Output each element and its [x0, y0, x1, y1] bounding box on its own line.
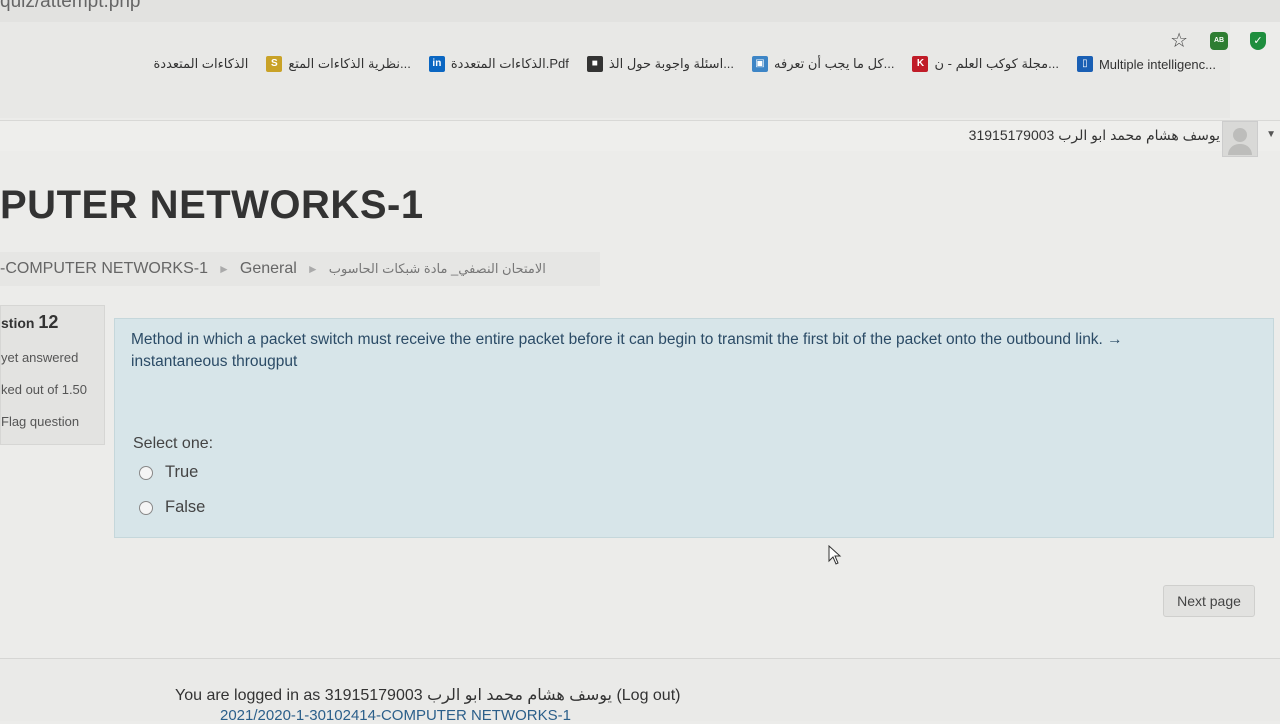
- breadcrumb-general[interactable]: General: [240, 260, 297, 278]
- breadcrumb-separator-icon: ►: [218, 262, 230, 276]
- address-bar[interactable]: quiz/attempt.php: [0, 0, 1280, 22]
- bookmark-item[interactable]: ■ اسئلة واجوبة حول الذ...: [586, 56, 735, 72]
- bookmark-label: اسئلة واجوبة حول الذ...: [608, 56, 735, 71]
- dark-site-icon: ■: [586, 56, 603, 72]
- question-number: stion 12: [1, 312, 59, 332]
- bookmark-item[interactable]: K مجلة كوكب العلم - ن...: [912, 56, 1059, 72]
- login-info: You are logged in as 31915179003 يوسف هش…: [175, 687, 681, 704]
- bookmark-item[interactable]: الذكاءات المتعددة: [153, 56, 248, 72]
- user-menu-bar: يوسف هشام محمد ابو الرب 31915179003 ▼: [0, 120, 1280, 157]
- user-name[interactable]: يوسف هشام محمد ابو الرب 31915179003: [969, 127, 1220, 144]
- shield-icon[interactable]: ✓: [1250, 31, 1266, 50]
- question-text: Method in which a packet switch must rec…: [131, 331, 1123, 370]
- bookmark-label: Multiple intelligenc...: [1098, 56, 1216, 72]
- breadcrumb: -COMPUTER NETWORKS-1 ► General ► الامتحا…: [0, 252, 600, 286]
- magazine-icon: K: [912, 56, 929, 72]
- dropdown-caret-icon[interactable]: ▼: [1266, 129, 1276, 140]
- logout-link[interactable]: (Log out): [616, 687, 680, 704]
- bookmark-label: مجلة كوكب العلم - ن...: [934, 56, 1059, 71]
- yellow-site-icon: S: [266, 56, 283, 72]
- option-false-label: False: [165, 498, 206, 516]
- question-marks: ked out of 1.50: [1, 382, 88, 397]
- bookmark-item[interactable]: S نظرية الذكاءات المتع...: [266, 56, 411, 72]
- question-content: Method in which a packet switch must rec…: [114, 318, 1274, 538]
- breadcrumb-separator-icon: ►: [306, 262, 319, 276]
- bookmarks-bar: ▯ Multiple intelligenc... K مجلة كوكب العلم…: [0, 22, 1230, 118]
- radio-true[interactable]: [139, 465, 153, 480]
- bookmark-item[interactable]: in الذكاءات المتعددة.Pdf: [428, 56, 569, 72]
- bookmark-item[interactable]: ▣ كل ما يجب أن تعرفه...: [752, 56, 894, 72]
- bookmark-star-icon[interactable]: ☆: [1170, 28, 1188, 53]
- option-true-label: True: [165, 463, 199, 481]
- bookmark-label: نظرية الذكاءات المتع...: [288, 56, 411, 71]
- footer-user-link[interactable]: 31915179003 يوسف هشام محمد ابو الرب: [325, 687, 612, 704]
- bookmark-list: ▯ Multiple intelligenc... K مجلة كوكب العلم…: [0, 56, 1230, 72]
- breadcrumb-quiz[interactable]: الامتحان النصفي_ مادة شبكات الحاسوب: [329, 261, 546, 277]
- footer: You are logged in as 31915179003 يوسف هش…: [0, 658, 1280, 724]
- question-info: stion 12 yet answered ked out of 1.50 Fl…: [0, 305, 105, 445]
- bookmark-item[interactable]: ▯ Multiple intelligenc...: [1076, 56, 1216, 72]
- radio-false[interactable]: [139, 500, 153, 515]
- document-icon: ▯: [1076, 56, 1093, 72]
- breadcrumb-course[interactable]: -COMPUTER NETWORKS-1: [0, 260, 208, 278]
- option-true[interactable]: True: [139, 463, 198, 482]
- extension-icon[interactable]: AB: [1210, 31, 1228, 50]
- option-false[interactable]: False: [139, 498, 205, 517]
- bookmark-label: الذكاءات المتعددة.Pdf: [450, 56, 569, 71]
- linkedin-icon: in: [428, 56, 445, 72]
- flag-question-link[interactable]: Flag question: [1, 414, 104, 429]
- question-state: yet answered: [1, 350, 79, 365]
- next-page-button[interactable]: Next page: [1163, 585, 1255, 617]
- footer-course-link[interactable]: 2021/2020-1-30102414-COMPUTER NETWORKS-1: [220, 707, 571, 724]
- bookmark-label: كل ما يجب أن تعرفه...: [774, 56, 895, 71]
- url-text: quiz/attempt.php: [0, 0, 141, 12]
- browser-toolbar-icons: ☆ AB ✓: [1170, 28, 1266, 53]
- select-one-label: Select one:: [133, 435, 214, 452]
- avatar[interactable]: [1222, 121, 1258, 157]
- page-title: PUTER NETWORKS-1: [0, 183, 424, 227]
- bookmark-label: الذكاءات المتعددة: [153, 56, 249, 71]
- page-icon: ▣: [752, 56, 769, 72]
